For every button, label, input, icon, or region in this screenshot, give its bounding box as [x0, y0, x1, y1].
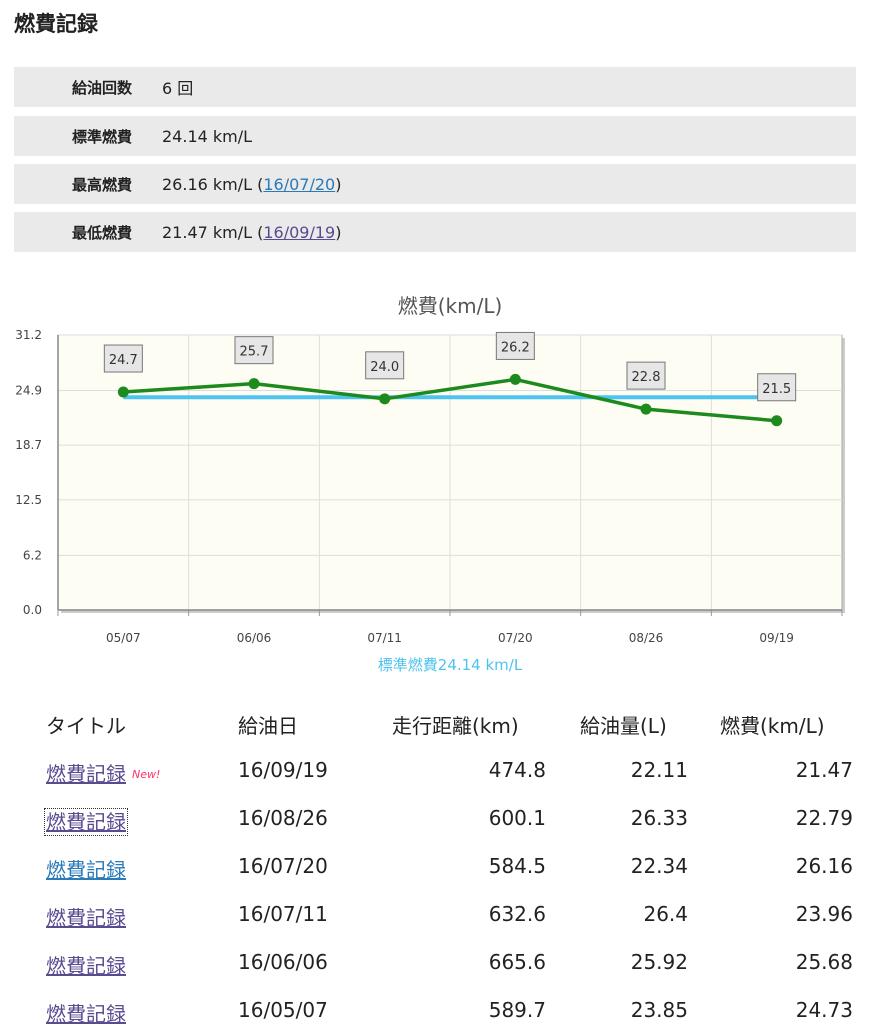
record-link[interactable]: 燃費記録	[46, 1002, 126, 1026]
y-tick-label: 6.2	[23, 548, 42, 562]
x-tick-label: 09/19	[759, 631, 794, 645]
header-fuel: 給油量(L)	[580, 714, 667, 738]
table-row: 燃費記録 16/07/11 632.6 26.4 23.96	[0, 902, 886, 932]
row-date: 16/07/11	[238, 902, 328, 926]
data-point	[509, 373, 521, 385]
row-title-cell: 燃費記録	[46, 950, 126, 979]
row-fuel: 26.4	[643, 902, 688, 926]
data-label: 26.2	[501, 340, 530, 355]
summary-value: 6 回	[162, 79, 194, 98]
data-point	[248, 378, 260, 390]
summary-value: 24.14 km/L	[162, 126, 253, 146]
data-point	[640, 403, 652, 415]
row-efficiency: 26.16	[795, 854, 853, 878]
y-tick-label: 18.7	[15, 438, 42, 452]
table-row: 燃費記録 New! 16/09/19 474.8 22.11 21.47	[0, 758, 886, 788]
row-fuel: 26.33	[630, 806, 688, 830]
data-label: 25.7	[240, 345, 269, 360]
x-tick-label: 07/20	[498, 631, 533, 645]
table-header: タイトル 給油日 走行距離(km) 給油量(L) 燃費(km/L)	[0, 710, 886, 740]
summary-label: 標準燃費	[71, 127, 132, 146]
fuel-efficiency-chart: 燃費(km/L) 0.0 6.2 12.5 18.7 24.9 31.2 05/07 06/06…	[15, 294, 845, 674]
row-title-cell: 燃費記録	[46, 998, 126, 1027]
chart-title: 燃費(km/L)	[398, 294, 503, 318]
row-fuel: 25.92	[630, 950, 688, 974]
summary-label: 最低燃費	[71, 223, 132, 242]
page-title: 燃費記録	[14, 12, 98, 36]
summary-value-text: 21.47 km/L (	[162, 222, 264, 242]
row-fuel: 22.34	[630, 854, 688, 878]
row-efficiency: 24.73	[795, 998, 853, 1022]
header-title: タイトル	[46, 714, 126, 738]
summary-row-refuel-count: 給油回数 6 回	[14, 67, 856, 107]
row-date: 16/06/06	[238, 950, 328, 974]
table-row: 燃費記録 16/08/26 600.1 26.33 22.79	[0, 806, 886, 836]
row-date: 16/08/26	[238, 806, 328, 830]
row-efficiency: 23.96	[795, 902, 853, 926]
row-date: 16/07/20	[238, 854, 328, 878]
y-tick-label: 24.9	[15, 384, 42, 398]
row-distance: 665.6	[488, 950, 546, 974]
data-label: 24.0	[370, 360, 399, 375]
y-tick-label: 31.2	[15, 328, 42, 342]
summary-value-suffix: )	[335, 222, 342, 242]
row-distance: 584.5	[488, 854, 546, 878]
row-efficiency: 21.47	[795, 758, 853, 782]
table-row: 燃費記録 16/07/20 584.5 22.34 26.16	[0, 854, 886, 884]
row-distance: 474.8	[488, 758, 546, 782]
summary-value-text: 26.16 km/L (	[162, 174, 264, 194]
header-date: 給油日	[238, 714, 298, 738]
x-tick-label: 06/06	[237, 631, 272, 645]
header-distance: 走行距離(km)	[392, 714, 519, 738]
row-distance: 632.6	[488, 902, 546, 926]
summary-value: 26.16 km/L (16/07/20)	[162, 175, 341, 194]
row-efficiency: 22.79	[795, 806, 853, 830]
row-date: 16/09/19	[238, 758, 328, 782]
y-tick-label: 0.0	[23, 603, 42, 617]
summary-row-standard-efficiency: 標準燃費 24.14 km/L	[14, 116, 856, 156]
row-fuel: 22.11	[630, 758, 688, 782]
row-distance: 589.7	[488, 998, 546, 1022]
standard-efficiency-legend: 標準燃費24.14 km/L	[378, 656, 523, 674]
record-link[interactable]: 燃費記録	[46, 906, 126, 930]
table-row: 燃費記録 16/06/06 665.6 25.92 25.68	[0, 950, 886, 980]
row-title-cell: 燃費記録	[44, 806, 128, 836]
data-label: 24.7	[109, 353, 138, 368]
data-point	[117, 386, 129, 398]
summary-label: 給油回数	[71, 78, 132, 97]
min-efficiency-date-link[interactable]: 16/09/19	[263, 223, 335, 242]
data-point	[379, 393, 391, 405]
row-title-cell: 燃費記録	[46, 902, 126, 931]
record-link[interactable]: 燃費記録	[46, 954, 126, 978]
record-link[interactable]: 燃費記録	[44, 808, 128, 836]
y-tick-label: 12.5	[15, 493, 42, 507]
x-tick-label: 08/26	[629, 631, 664, 645]
summary-value: 21.47 km/L (16/09/19)	[162, 223, 341, 242]
row-title-cell: 燃費記録 New!	[46, 758, 160, 787]
new-badge: New!	[132, 768, 161, 781]
row-efficiency: 25.68	[795, 950, 853, 974]
summary-value-suffix: )	[335, 174, 342, 194]
row-fuel: 23.85	[630, 998, 688, 1022]
data-label: 22.8	[632, 370, 661, 385]
x-tick-label: 07/11	[367, 631, 402, 645]
data-point	[771, 415, 783, 427]
data-label: 21.5	[762, 382, 791, 397]
record-link[interactable]: 燃費記録	[46, 762, 126, 786]
max-efficiency-date-link[interactable]: 16/07/20	[263, 175, 335, 194]
header-efficiency: 燃費(km/L)	[720, 714, 825, 738]
row-title-cell: 燃費記録	[46, 854, 126, 883]
record-link[interactable]: 燃費記録	[46, 858, 126, 882]
row-distance: 600.1	[488, 806, 546, 830]
row-date: 16/05/07	[238, 998, 328, 1022]
summary-row-min-efficiency: 最低燃費 21.47 km/L (16/09/19)	[14, 212, 856, 252]
summary-label: 最高燃費	[71, 175, 132, 194]
summary-row-max-efficiency: 最高燃費 26.16 km/L (16/07/20)	[14, 164, 856, 204]
x-tick-label: 05/07	[106, 631, 141, 645]
